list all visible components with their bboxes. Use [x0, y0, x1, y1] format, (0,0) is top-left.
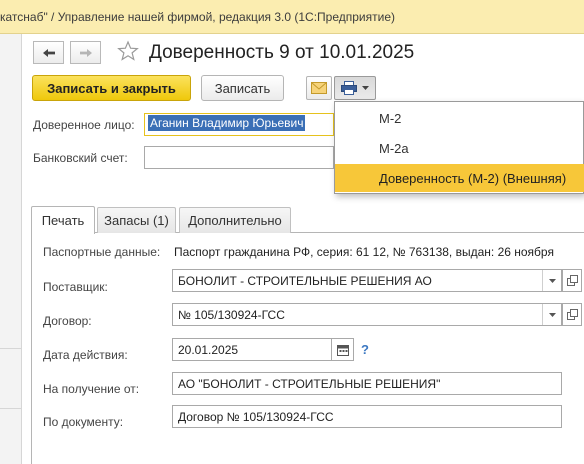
- open-window-icon: [566, 309, 578, 320]
- envelope-icon: [311, 82, 327, 94]
- save-and-close-button[interactable]: Записать и закрыть: [32, 75, 191, 101]
- passport-label: Паспортные данные:: [43, 245, 161, 259]
- save-button[interactable]: Записать: [201, 75, 284, 101]
- calendar-button[interactable]: [332, 338, 354, 361]
- print-menu-button[interactable]: [334, 76, 376, 100]
- document-form: Доверенность 9 от 10.01.2025 Записать и …: [23, 34, 584, 464]
- calendar-icon: [336, 344, 349, 356]
- contract-field[interactable]: № 105/130924-ГСС: [172, 303, 562, 326]
- supplier-value: БОНОЛИТ - СТРОИТЕЛЬНЫЕ РЕШЕНИЯ АО: [178, 274, 432, 288]
- print-menu-item-m2a[interactable]: М-2а: [335, 134, 584, 162]
- printer-icon: [341, 81, 357, 95]
- bank-account-field[interactable]: [144, 146, 334, 169]
- window-title: катснаб" / Управление нашей фирмой, реда…: [0, 10, 396, 24]
- trusted-person-label: Доверенное лицо:: [33, 118, 135, 132]
- tab-bar: Печать Запасы (1) Дополнительно: [31, 205, 584, 234]
- by-document-field[interactable]: Договор № 105/130924-ГСС: [172, 405, 562, 428]
- left-panel-divider: [0, 348, 22, 349]
- receive-from-field[interactable]: АО "БОНОЛИТ - СТРОИТЕЛЬНЫЕ РЕШЕНИЯ": [172, 372, 562, 395]
- send-email-button[interactable]: [306, 76, 332, 100]
- trusted-person-value: Аганин Владимир Юрьевич: [148, 115, 306, 131]
- by-document-label: По документу:: [43, 415, 124, 429]
- bank-account-label: Банковский счет:: [33, 151, 128, 165]
- tab-print[interactable]: Печать: [31, 206, 95, 234]
- valid-date-field[interactable]: 20.01.2025: [172, 338, 332, 361]
- favorite-button[interactable]: [117, 40, 139, 62]
- triangle-down-icon: [548, 312, 556, 317]
- arrow-left-icon: [42, 48, 55, 57]
- left-panel: [0, 34, 22, 464]
- triangle-down-icon: [548, 278, 556, 283]
- help-icon[interactable]: ?: [361, 342, 369, 357]
- print-menu-popup: М-2 М-2а Доверенность (М-2) (Внешняя): [334, 101, 584, 194]
- print-menu-item-m2[interactable]: М-2: [335, 104, 584, 132]
- star-icon: [117, 40, 139, 61]
- arrow-right-icon: [79, 48, 92, 57]
- tab-stocks[interactable]: Запасы (1): [97, 207, 176, 233]
- passport-value: Паспорт гражданина РФ, серия: 61 12, № 7…: [174, 245, 554, 259]
- receive-from-label: На получение от:: [43, 382, 140, 396]
- left-panel-divider: [0, 408, 22, 409]
- trusted-person-field[interactable]: Аганин Владимир Юрьевич: [144, 113, 334, 136]
- supplier-field[interactable]: БОНОЛИТ - СТРОИТЕЛЬНЫЕ РЕШЕНИЯ АО: [172, 269, 562, 292]
- tab-additional[interactable]: Дополнительно: [179, 207, 291, 233]
- document-title: Доверенность 9 от 10.01.2025: [149, 42, 415, 63]
- triangle-down-icon: [362, 86, 369, 90]
- supplier-open-button[interactable]: [562, 269, 582, 292]
- open-window-icon: [566, 275, 578, 286]
- back-button[interactable]: [33, 41, 64, 64]
- valid-date-label: Дата действия:: [43, 348, 128, 362]
- contract-label: Договор:: [43, 314, 92, 328]
- supplier-dropdown-button[interactable]: [542, 270, 561, 291]
- contract-dropdown-button[interactable]: [542, 304, 561, 325]
- forward-button[interactable]: [70, 41, 101, 64]
- print-menu-item-m2-external[interactable]: Доверенность (М-2) (Внешняя): [335, 164, 584, 192]
- supplier-label: Поставщик:: [43, 280, 108, 294]
- contract-open-button[interactable]: [562, 303, 582, 326]
- window-titlebar: катснаб" / Управление нашей фирмой, реда…: [0, 0, 584, 34]
- contract-value: № 105/130924-ГСС: [178, 308, 285, 322]
